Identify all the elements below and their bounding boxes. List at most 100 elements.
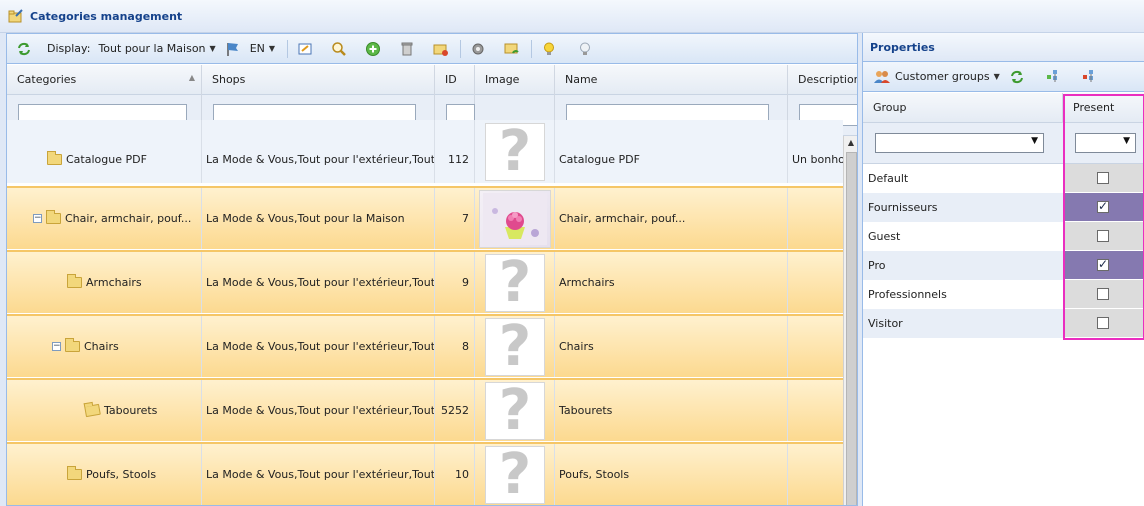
column-header-description[interactable]: Description xyxy=(788,65,857,95)
column-header-name[interactable]: Name xyxy=(555,65,788,95)
present-cell[interactable] xyxy=(1063,193,1143,222)
collapse-icon[interactable]: − xyxy=(52,342,61,351)
scrollbar-thumb[interactable] xyxy=(846,152,857,505)
sort-asc-icon: ▲ xyxy=(188,73,195,82)
name-value: Chairs xyxy=(559,340,594,353)
folder-icon xyxy=(67,274,82,288)
apply-to-subcategories-icon[interactable] xyxy=(1042,66,1064,88)
delete-icon[interactable] xyxy=(396,38,418,60)
chevron-down-icon: ▼ xyxy=(1031,136,1038,146)
category-photo xyxy=(479,189,551,248)
group-name: Professionnels xyxy=(868,288,947,301)
shops-value: La Mode & Vous,Tout pour l'extérieur,Tou… xyxy=(206,404,435,417)
group-row[interactable]: Pro xyxy=(863,251,1144,280)
categories-icon xyxy=(8,8,24,24)
column-header-shops[interactable]: Shops xyxy=(202,65,435,95)
chevron-down-icon[interactable]: ▼ xyxy=(210,44,216,53)
name-value: Armchairs xyxy=(559,276,615,289)
group-row[interactable]: Fournisseurs xyxy=(863,193,1144,222)
present-cell[interactable] xyxy=(1063,251,1143,280)
add-icon[interactable] xyxy=(362,38,384,60)
category-label: Poufs, Stools xyxy=(86,468,157,481)
group-row[interactable]: Professionnels xyxy=(863,280,1144,309)
table-row[interactable]: Catalogue PDF La Mode & Vous,Tout pour l… xyxy=(7,120,843,184)
folder-delete-icon[interactable] xyxy=(430,38,452,60)
present-checkbox[interactable] xyxy=(1097,172,1109,184)
language-flag-icon xyxy=(222,38,244,60)
language-select[interactable]: EN xyxy=(250,42,265,55)
properties-panel: Properties Customer groups ▼ Group Prese… xyxy=(862,33,1144,506)
table-row[interactable]: Tabourets La Mode & Vous,Tout pour l'ext… xyxy=(7,378,843,442)
shops-value: La Mode & Vous,Tout pour l'extérieur,Tou… xyxy=(206,340,435,353)
customer-groups-select[interactable]: Customer groups xyxy=(895,70,990,83)
present-cell[interactable] xyxy=(1063,309,1143,338)
window-title: Categories management xyxy=(30,9,183,23)
toolbar-separator xyxy=(531,39,533,58)
id-value: 10 xyxy=(455,468,469,481)
present-checkbox[interactable] xyxy=(1097,199,1109,213)
group-row[interactable]: Visitor xyxy=(863,309,1144,338)
group-name: Fournisseurs xyxy=(868,201,938,214)
shops-value: La Mode & Vous,Tout pour la Maison xyxy=(206,212,405,225)
lightbulb-off-icon[interactable] xyxy=(574,38,596,60)
present-checkbox[interactable] xyxy=(1097,317,1109,329)
language-chevron-icon[interactable]: ▼ xyxy=(269,44,275,53)
category-label: Tabourets xyxy=(104,404,158,417)
category-label: Chairs xyxy=(84,340,119,353)
column-header-id[interactable]: ID xyxy=(435,65,475,95)
placeholder-image: ? xyxy=(485,381,545,440)
present-checkbox[interactable] xyxy=(1097,257,1109,271)
category-label: Chair, armchair, pouf... xyxy=(65,212,192,225)
grid-header: Categories ▲ Shops ID Image Name Descrip… xyxy=(7,65,857,95)
table-row[interactable]: Armchairs La Mode & Vous,Tout pour l'ext… xyxy=(7,250,843,314)
name-value: Poufs, Stools xyxy=(559,468,630,481)
chevron-down-icon: ▼ xyxy=(1123,136,1130,146)
toolbar-separator xyxy=(460,39,462,58)
group-row[interactable]: Guest xyxy=(863,222,1144,251)
present-cell[interactable] xyxy=(1063,222,1143,251)
present-cell[interactable] xyxy=(1063,280,1143,309)
groups-filter-row: ▼ ▼ xyxy=(863,123,1144,164)
folder-icon xyxy=(46,210,61,224)
column-header-present[interactable]: Present xyxy=(1063,93,1144,123)
column-header-categories[interactable]: Categories ▲ xyxy=(7,65,202,95)
refresh-icon[interactable] xyxy=(1006,66,1028,88)
vertical-scrollbar[interactable]: ▲ xyxy=(843,136,857,505)
name-value: Catalogue PDF xyxy=(559,153,640,166)
remove-from-subcategories-icon[interactable] xyxy=(1078,66,1100,88)
properties-toolbar: Customer groups ▼ xyxy=(863,62,1144,92)
group-row[interactable]: Default xyxy=(863,164,1144,193)
present-filter-select[interactable]: ▼ xyxy=(1075,133,1136,153)
placeholder-image: ? xyxy=(485,122,545,181)
id-value: 5252 xyxy=(441,404,469,417)
id-value: 9 xyxy=(462,276,469,289)
display-select[interactable]: Tout pour la Maison xyxy=(98,42,205,55)
group-name: Default xyxy=(868,172,909,185)
scroll-up-icon[interactable]: ▲ xyxy=(844,136,857,150)
settings-icon[interactable] xyxy=(467,38,489,60)
search-icon[interactable] xyxy=(328,38,350,60)
chevron-down-icon[interactable]: ▼ xyxy=(994,72,1000,81)
name-value: Chair, armchair, pouf... xyxy=(559,212,686,225)
shops-value: La Mode & Vous,Tout pour l'extérieur,Tou… xyxy=(206,153,435,166)
present-checkbox[interactable] xyxy=(1097,230,1109,242)
refresh-icon[interactable] xyxy=(13,38,35,60)
present-cell[interactable] xyxy=(1063,164,1143,193)
group-filter-select[interactable]: ▼ xyxy=(875,133,1044,153)
lightbulb-on-icon[interactable] xyxy=(538,38,560,60)
table-row[interactable]: − Chairs La Mode & Vous,Tout pour l'exté… xyxy=(7,314,843,378)
present-checkbox[interactable] xyxy=(1097,288,1109,300)
column-header-image[interactable]: Image xyxy=(475,65,555,95)
edit-icon[interactable] xyxy=(294,38,316,60)
collapse-icon[interactable]: − xyxy=(33,214,42,223)
folder-edit-icon xyxy=(84,403,101,418)
table-row[interactable]: − Chair, armchair, pouf... La Mode & Vou… xyxy=(7,186,843,250)
customer-groups-icon xyxy=(873,69,891,85)
category-label: Armchairs xyxy=(86,276,142,289)
name-value: Tabourets xyxy=(559,404,613,417)
table-row[interactable]: Poufs, Stools La Mode & Vous,Tout pour l… xyxy=(7,442,843,505)
folder-refresh-icon[interactable] xyxy=(501,38,523,60)
group-name: Pro xyxy=(868,259,886,272)
placeholder-image: ? xyxy=(485,317,545,376)
column-header-group[interactable]: Group xyxy=(863,93,1063,123)
